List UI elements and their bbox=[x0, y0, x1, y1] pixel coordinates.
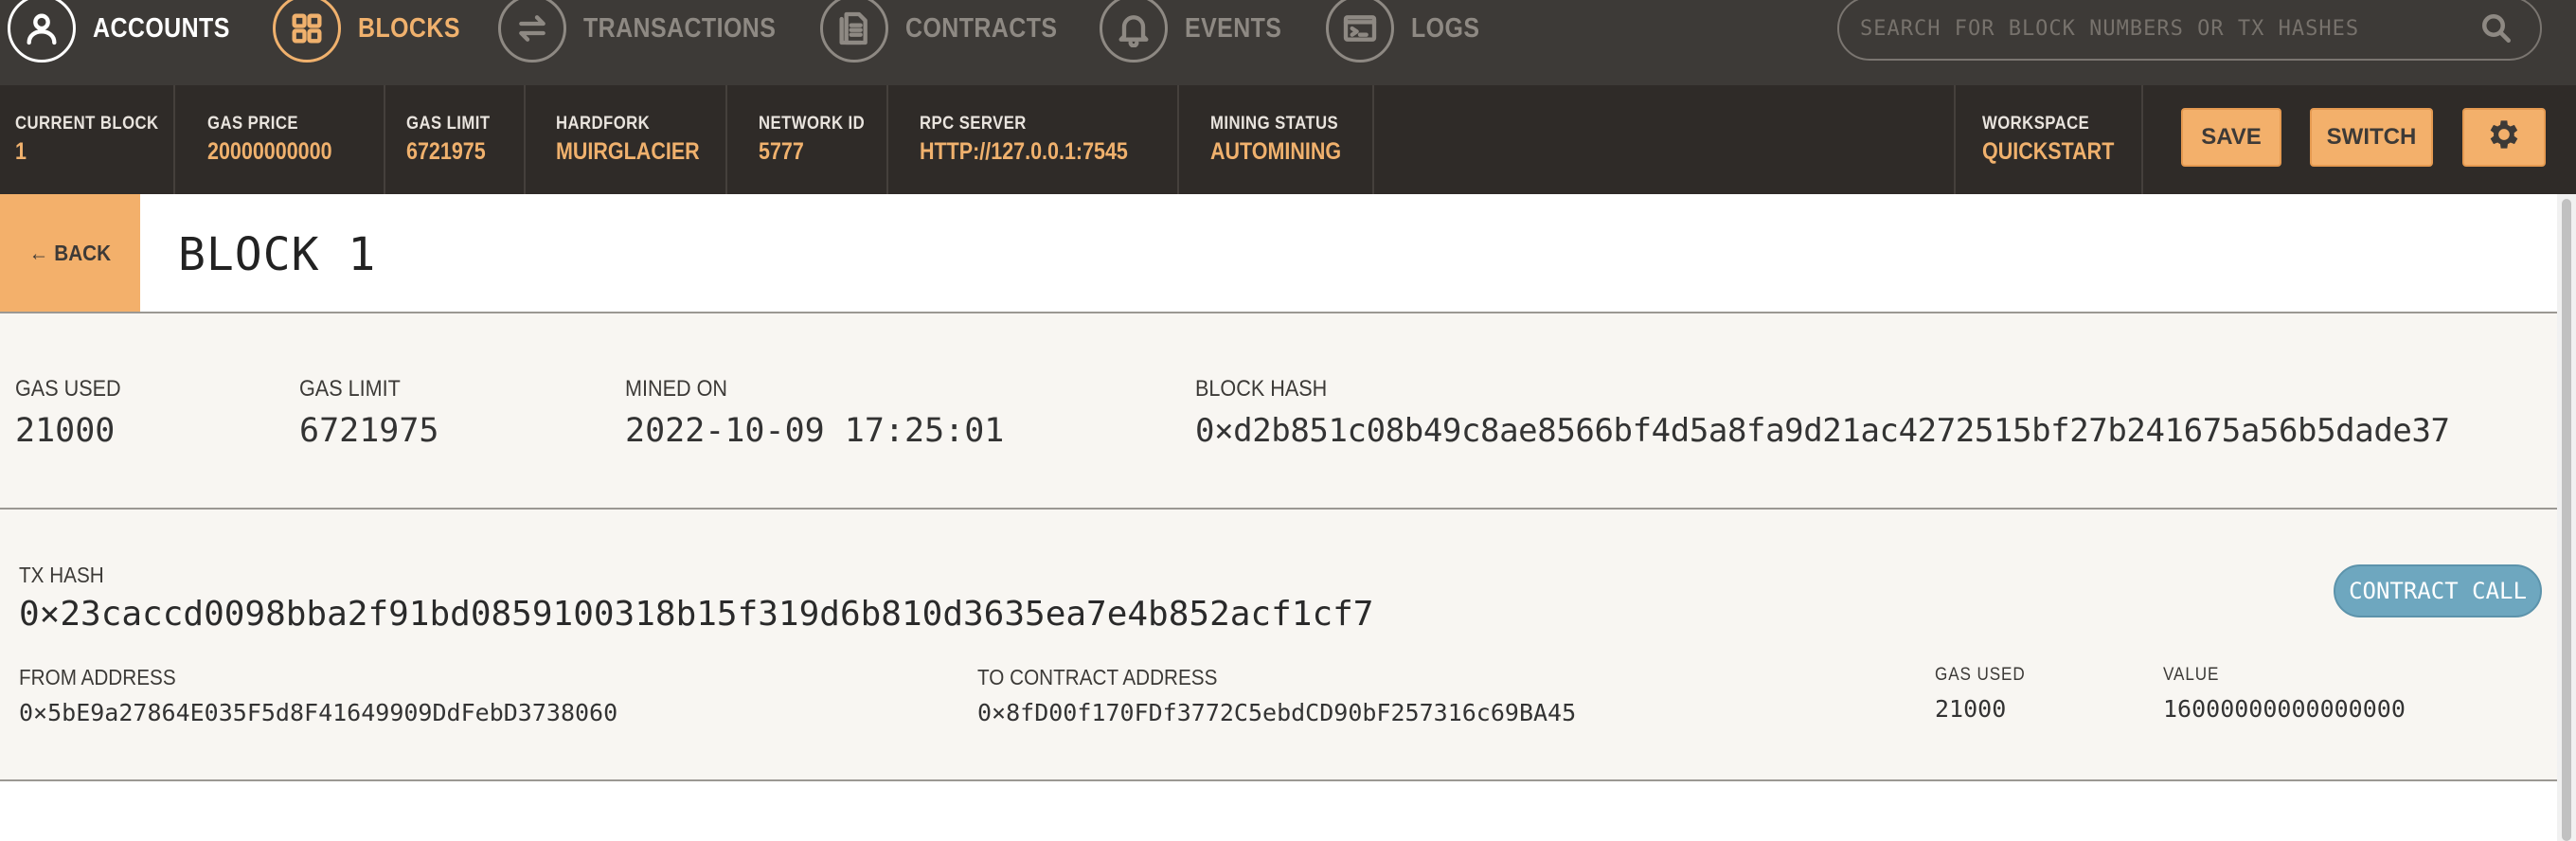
stat-network-id: NETWORK ID 5777 bbox=[727, 85, 888, 194]
nav-blocks[interactable]: BLOCKS bbox=[273, 0, 476, 63]
block-mined-on: MINED ON 2022-10-09 17:25:01 bbox=[625, 376, 1004, 450]
nav-contracts[interactable]: CONTRACTS bbox=[820, 0, 1082, 63]
stat-value: QUICKSTART bbox=[1982, 138, 2115, 165]
block-info-panel: GAS USED 21000 GAS LIMIT 6721975 MINED O… bbox=[0, 313, 2576, 510]
to-address-value: 0×8fD00f170FDf3772C5ebdCD90bF257316c69BA… bbox=[977, 699, 1577, 726]
top-navigation: ACCOUNTS BLOCKS TRANSACTIONS CONTRACTS E… bbox=[0, 0, 2576, 85]
info-value: 2022-10-09 17:25:01 bbox=[625, 412, 1005, 450]
stat-label: RPC SERVER bbox=[920, 114, 1027, 134]
stat-value: MUIRGLACIER bbox=[556, 138, 700, 165]
stat-value: HTTP://127.0.0.1:7545 bbox=[920, 138, 1128, 165]
tx-hash-value: 0×23caccd0098bba2f91bd0859100318b15f319d… bbox=[19, 595, 1374, 634]
nav-transactions-label: TRANSACTIONS bbox=[583, 12, 777, 44]
info-value: 21000 bbox=[15, 412, 116, 450]
scrollbar-thumb[interactable] bbox=[2562, 199, 2571, 841]
nav-events[interactable]: EVENTS bbox=[1100, 0, 1297, 63]
info-label: BLOCK HASH bbox=[1195, 376, 1328, 402]
stat-label: GAS LIMIT bbox=[406, 114, 491, 134]
account-icon bbox=[8, 0, 76, 63]
stat-value: 20000000000 bbox=[207, 138, 332, 165]
block-header: ← BACK BLOCK 1 bbox=[0, 194, 2576, 313]
nav-contracts-label: CONTRACTS bbox=[905, 12, 1058, 44]
stat-label: NETWORK ID bbox=[759, 114, 866, 134]
stat-gas-price: GAS PRICE 20000000000 bbox=[175, 85, 385, 194]
stat-label: GAS PRICE bbox=[207, 114, 298, 134]
search-input[interactable] bbox=[1860, 8, 2466, 49]
blocks-icon bbox=[273, 0, 341, 63]
page-title: BLOCK 1 bbox=[178, 228, 377, 281]
info-label: GAS LIMIT bbox=[299, 376, 401, 402]
stat-label: CURRENT BLOCK bbox=[15, 114, 159, 134]
back-button[interactable]: ← BACK bbox=[0, 194, 140, 312]
tx-value-value: 16000000000000000 bbox=[2163, 695, 2406, 723]
block-gas-limit: GAS LIMIT 6721975 bbox=[299, 376, 439, 450]
block-gas-used: GAS USED 21000 bbox=[15, 376, 133, 450]
stat-value: 1 bbox=[15, 138, 27, 165]
stat-label: MINING STATUS bbox=[1210, 114, 1339, 134]
from-address-label: FROM ADDRESS bbox=[19, 665, 176, 689]
nav-accounts-label: ACCOUNTS bbox=[93, 12, 230, 44]
nav-events-label: EVENTS bbox=[1185, 12, 1282, 44]
transactions-icon bbox=[498, 0, 566, 63]
nav-logs-label: LOGS bbox=[1411, 12, 1480, 44]
nav-transactions[interactable]: TRANSACTIONS bbox=[498, 0, 807, 63]
from-address-value: 0×5bE9a27864E035F5d8F41649909DdFebD37380… bbox=[19, 699, 618, 726]
stat-workspace: WORKSPACE QUICKSTART bbox=[1954, 85, 2143, 194]
nav-blocks-label: BLOCKS bbox=[358, 12, 460, 44]
bell-icon bbox=[1100, 0, 1168, 63]
to-address-label: TO CONTRACT ADDRESS bbox=[977, 665, 1218, 689]
nav-accounts[interactable]: ACCOUNTS bbox=[8, 0, 252, 63]
search-box bbox=[1837, 0, 2542, 61]
tx-value-label: VALUE bbox=[2163, 665, 2220, 685]
stat-label: HARDFORK bbox=[556, 114, 651, 134]
stat-label: WORKSPACE bbox=[1982, 114, 2090, 134]
contracts-icon bbox=[820, 0, 888, 63]
info-value: 0×d2b851c08b49c8ae8566bf4d5a8fa9d21ac427… bbox=[1195, 412, 2450, 450]
block-hash: BLOCK HASH 0×d2b851c08b49c8ae8566bf4d5a8… bbox=[1195, 376, 2450, 450]
switch-button[interactable]: SWITCH bbox=[2310, 108, 2433, 167]
stat-value: 6721975 bbox=[406, 138, 486, 165]
stat-hardfork: HARDFORK MUIRGLACIER bbox=[526, 85, 727, 194]
info-label: GAS USED bbox=[15, 376, 121, 402]
save-button[interactable]: SAVE bbox=[2181, 108, 2281, 167]
stat-rpc-server: RPC SERVER HTTP://127.0.0.1:7545 bbox=[888, 85, 1179, 194]
back-button-label: ← BACK bbox=[28, 240, 112, 265]
stat-value: 5777 bbox=[759, 138, 804, 165]
search-icon[interactable] bbox=[2479, 11, 2513, 45]
stat-value: AUTOMINING bbox=[1210, 138, 1342, 165]
tx-hash-label: TX HASH bbox=[19, 563, 104, 587]
transaction-row[interactable]: TX HASH 0×23caccd0098bba2f91bd0859100318… bbox=[0, 510, 2576, 781]
tx-gas-used-label: GAS USED bbox=[1935, 665, 2026, 685]
stat-gas-limit: GAS LIMIT 6721975 bbox=[385, 85, 526, 194]
stat-current-block: CURRENT BLOCK 1 bbox=[0, 85, 175, 194]
contract-call-badge: CONTRACT CALL bbox=[2334, 564, 2542, 617]
terminal-icon bbox=[1326, 0, 1394, 63]
stat-mining-status: MINING STATUS AUTOMINING bbox=[1179, 85, 1374, 194]
status-bar: CURRENT BLOCK 1 GAS PRICE 20000000000 GA… bbox=[0, 85, 2576, 194]
info-value: 6721975 bbox=[299, 412, 439, 450]
gear-icon bbox=[2485, 116, 2523, 160]
tx-gas-used-value: 21000 bbox=[1935, 695, 2007, 723]
settings-button[interactable] bbox=[2462, 108, 2546, 167]
nav-logs[interactable]: LOGS bbox=[1326, 0, 1491, 63]
info-label: MINED ON bbox=[625, 376, 727, 402]
